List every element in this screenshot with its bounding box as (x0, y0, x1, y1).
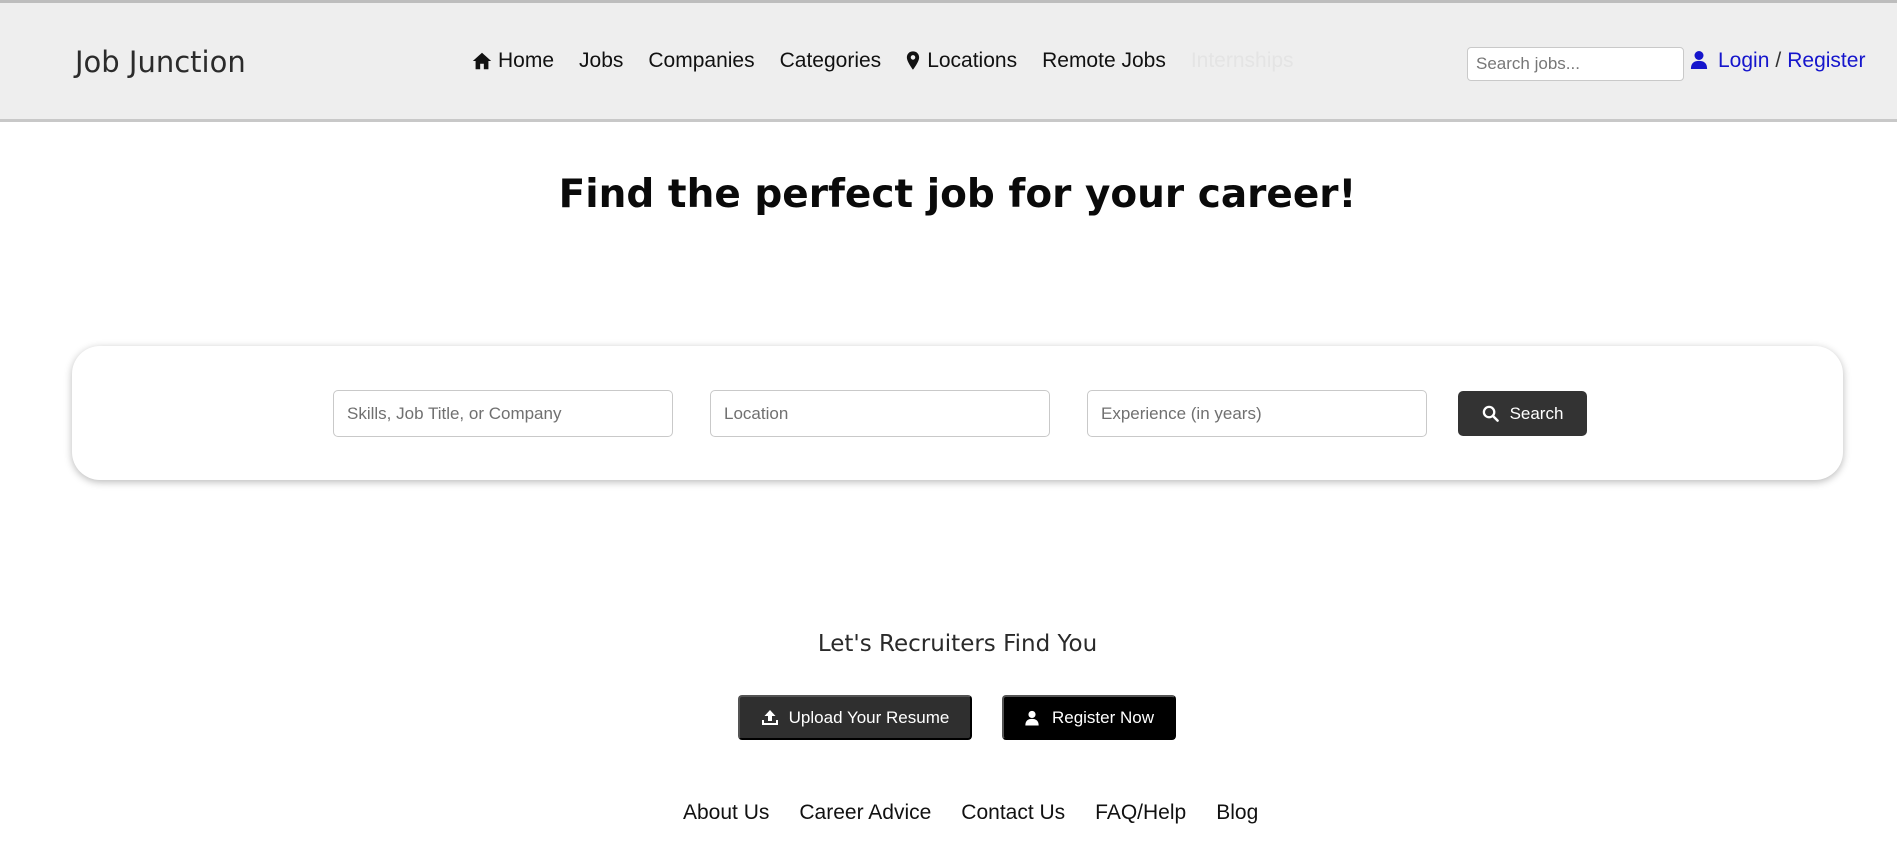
search-icon (1482, 405, 1500, 423)
user-icon (1690, 50, 1710, 72)
nav-label: Remote Jobs (1042, 49, 1166, 72)
upload-resume-button[interactable]: Upload Your Resume (738, 695, 972, 740)
top-navbar: Job Junction Home Jobs Companies Categor… (0, 0, 1897, 122)
auth-links: Login / Register (1690, 49, 1865, 73)
auth-separator: / (1775, 49, 1782, 72)
header-search-input[interactable] (1467, 47, 1684, 81)
footer-links: About Us Career Advice Contact Us FAQ/He… (683, 801, 1288, 825)
register-now-label: Register Now (1051, 707, 1155, 727)
footer-link-contact-us[interactable]: Contact Us (961, 801, 1065, 825)
search-button[interactable]: Search (1458, 391, 1587, 436)
register-link[interactable]: Register (1787, 49, 1865, 73)
brand-logo[interactable]: Job Junction (75, 45, 246, 79)
upload-icon (761, 709, 779, 727)
footer-link-faq-help[interactable]: FAQ/Help (1095, 801, 1186, 825)
nav-label: Companies (648, 49, 755, 72)
skills-input[interactable] (333, 390, 673, 437)
location-input[interactable] (710, 390, 1050, 437)
nav-item-locations[interactable]: Locations (906, 49, 1017, 73)
nav-item-jobs[interactable]: Jobs (579, 49, 623, 73)
login-link[interactable]: Login (1718, 49, 1769, 73)
user-icon (1024, 709, 1042, 727)
job-search-card: Search (72, 346, 1843, 480)
page-title: Find the perfect job for your career! (558, 172, 1357, 217)
nav-label: Home (498, 49, 555, 72)
nav-label: Locations (927, 49, 1018, 72)
nav-item-remote-jobs[interactable]: Remote Jobs (1042, 49, 1166, 73)
nav-item-home[interactable]: Home (471, 49, 554, 73)
nav-label: Categories (779, 49, 882, 72)
main-nav: Home Jobs Companies Categories Locations… (471, 49, 1319, 73)
nav-label: Jobs (579, 49, 624, 72)
nav-item-internships[interactable]: Internships (1191, 49, 1294, 73)
upload-resume-label: Upload Your Resume (788, 707, 950, 727)
search-button-label: Search (1509, 403, 1564, 423)
footer-link-blog[interactable]: Blog (1216, 801, 1258, 825)
footer-link-career-advice[interactable]: Career Advice (799, 801, 931, 825)
home-icon (471, 50, 493, 72)
experience-input[interactable] (1087, 390, 1427, 437)
nav-item-categories[interactable]: Categories (780, 49, 882, 73)
register-now-button[interactable]: Register Now (1002, 695, 1176, 740)
nav-label: Internships (1190, 49, 1294, 72)
recruiters-heading: Let's Recruiters Find You (817, 631, 1098, 657)
nav-item-companies[interactable]: Companies (648, 49, 754, 73)
footer-link-about-us[interactable]: About Us (683, 801, 769, 825)
map-pin-icon (906, 50, 922, 72)
